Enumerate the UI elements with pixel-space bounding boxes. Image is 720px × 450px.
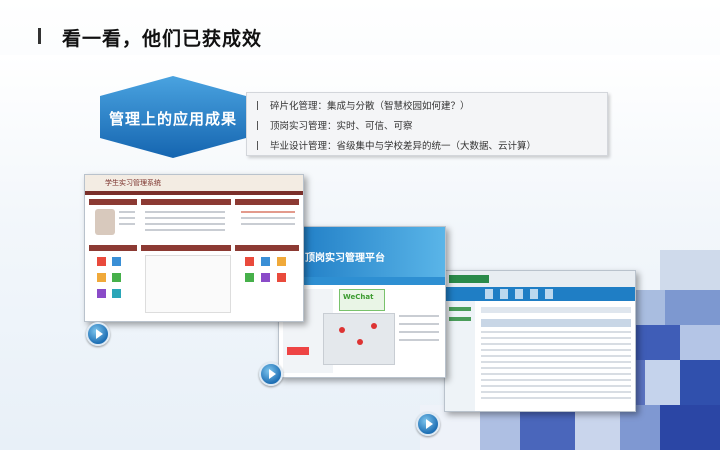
screenshot-student-portal: 学生实习管理系统	[84, 174, 304, 322]
bullet-item: 毕业设计管理：省级集中与学校差异的统一（大数据、云计算）	[257, 138, 536, 152]
screenshot-thesis-system	[444, 270, 636, 412]
bullet-item: 碎片化管理：集成与分散（智慧校园如何建？）	[257, 98, 470, 112]
wechat-label: WeChat	[343, 293, 374, 301]
portal-header-title: 学生实习管理系统	[105, 179, 161, 187]
play-button-portal[interactable]	[86, 322, 110, 346]
bullet-item: 顶岗实习管理：实时、可信、可察	[257, 118, 413, 132]
play-button-internship[interactable]	[259, 362, 283, 386]
student-photo	[95, 209, 115, 235]
label-text: 管理上的应用成果	[108, 110, 237, 128]
title-bar-mark	[38, 28, 41, 44]
bullets-panel: 碎片化管理：集成与分散（智慧校园如何建？） 顶岗实习管理：实时、可信、可察 毕业…	[246, 92, 608, 156]
internship-banner-title: 顶岗实习管理平台	[305, 253, 385, 264]
page-title: 看一看，他们已获成效	[62, 28, 263, 50]
play-button-thesis[interactable]	[416, 412, 440, 436]
